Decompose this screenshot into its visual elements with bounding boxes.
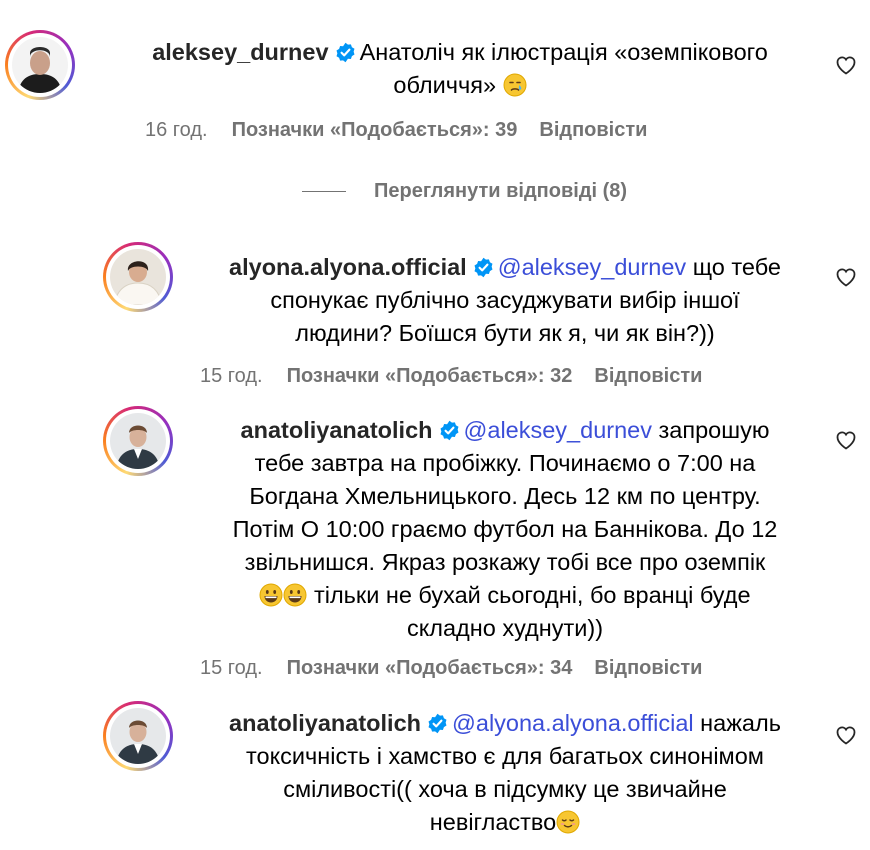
likes-count[interactable]: Позначки «Подобається»: 39 — [232, 119, 518, 141]
grinning-face-icon — [259, 583, 283, 607]
comment-body-cont: складно худнути)) — [406, 615, 604, 641]
reply-button[interactable]: Відповісти — [539, 119, 647, 141]
comment-text: anatoliyanatolich @aleksey_durnev запрошу… — [200, 414, 810, 645]
reply-button[interactable]: Відповісти — [594, 365, 702, 387]
like-heart-icon[interactable] — [834, 428, 858, 452]
comment-time: 16 год. — [145, 119, 208, 141]
likes-count[interactable]: Позначки «Подобається»: 32 — [287, 365, 573, 387]
avatar-anatoliy[interactable] — [103, 701, 173, 771]
comment-time: 15 год. — [200, 657, 263, 679]
comment-time: 15 год. — [200, 365, 263, 387]
comment-body-cont: Богдана Хмельницького. Десь 12 км по цен… — [249, 483, 761, 509]
comment-meta: 15 год. Позначки «Подобається»: 32 Відпові… — [200, 365, 702, 388]
comment-text: alyona.alyona.official @aleksey_durnev що… — [200, 251, 810, 350]
verified-badge-icon — [427, 713, 448, 734]
comment-body-cont: звільнишся. Якраз розкажу тобі все про о… — [244, 549, 766, 575]
man-dark-hoodie-avatar-icon — [12, 37, 68, 93]
verified-badge-icon — [439, 420, 460, 441]
mention-link[interactable]: @aleksey_durnev — [498, 254, 686, 280]
comment-body-cont: людини? Боїшся бути як я, чи як він?)) — [295, 320, 715, 346]
avatar-alyona[interactable] — [103, 242, 173, 312]
view-replies-button[interactable]: Переглянути відповіді (8) — [302, 180, 627, 203]
comment-body-cont: обличчя» — [393, 72, 497, 98]
comment-meta: 15 год. Позначки «Подобається»: 34 Відпові… — [200, 657, 702, 680]
comment-text: aleksey_durnev Анатоліч як ілюстрація «оз… — [110, 36, 810, 102]
username[interactable]: anatoliyanatolich — [241, 417, 433, 443]
woman-white-dress-avatar-icon — [110, 249, 166, 305]
reply-button[interactable]: Відповісти — [594, 657, 702, 679]
likes-count[interactable]: Позначки «Подобається»: 34 — [287, 657, 573, 679]
avatar-aleksey[interactable] — [5, 30, 75, 100]
comment-body: запрошую — [658, 417, 770, 443]
mention-link[interactable]: @alyona.alyona.official — [452, 710, 694, 736]
username[interactable]: alyona.alyona.official — [229, 254, 467, 280]
comment-body: нажаль — [700, 710, 781, 736]
man-suit-avatar-icon — [110, 413, 166, 469]
comment-body-cont: Потім О 10:00 граємо футбол на Баннікова… — [232, 516, 778, 542]
comment-text: anatoliyanatolich @alyona.alyona.official… — [200, 707, 810, 839]
username[interactable]: aleksey_durnev — [152, 39, 328, 65]
like-heart-icon[interactable] — [834, 723, 858, 747]
relieved-face-icon — [556, 810, 580, 834]
comment-body: що тебе — [692, 254, 781, 280]
man-suit-avatar-icon — [110, 708, 166, 764]
comment-body-cont: тільки не бухай сьогодні, бо вранці буде — [313, 582, 751, 608]
grinning-face-icon — [283, 583, 307, 607]
crying-face-icon — [503, 73, 527, 97]
comment-body-cont: сміливості(( хоча в підсумку це звичайне — [283, 776, 727, 802]
avatar-anatoliy[interactable] — [103, 406, 173, 476]
comment-body-cont: токсичність і хамство є для багатьох син… — [246, 743, 764, 769]
comment-body-cont: невігластво — [429, 809, 557, 835]
username[interactable]: anatoliyanatolich — [229, 710, 421, 736]
comment-body: Анатоліч як ілюстрація «оземпікового — [359, 39, 768, 65]
comment-meta: 16 год. Позначки «Подобається»: 39 Відпові… — [145, 119, 647, 142]
comment-body-cont: тебе завтра на пробіжку. Починаємо о 7:0… — [254, 450, 756, 476]
verified-badge-icon — [473, 257, 494, 278]
like-heart-icon[interactable] — [834, 265, 858, 289]
verified-badge-icon — [335, 42, 356, 63]
replies-divider — [302, 191, 346, 193]
like-heart-icon[interactable] — [834, 53, 858, 77]
mention-link[interactable]: @aleksey_durnev — [464, 417, 652, 443]
view-replies-label: Переглянути відповіді (8) — [374, 180, 628, 202]
comment-body-cont: спонукає публічно засуджувати вибір іншо… — [270, 287, 740, 313]
